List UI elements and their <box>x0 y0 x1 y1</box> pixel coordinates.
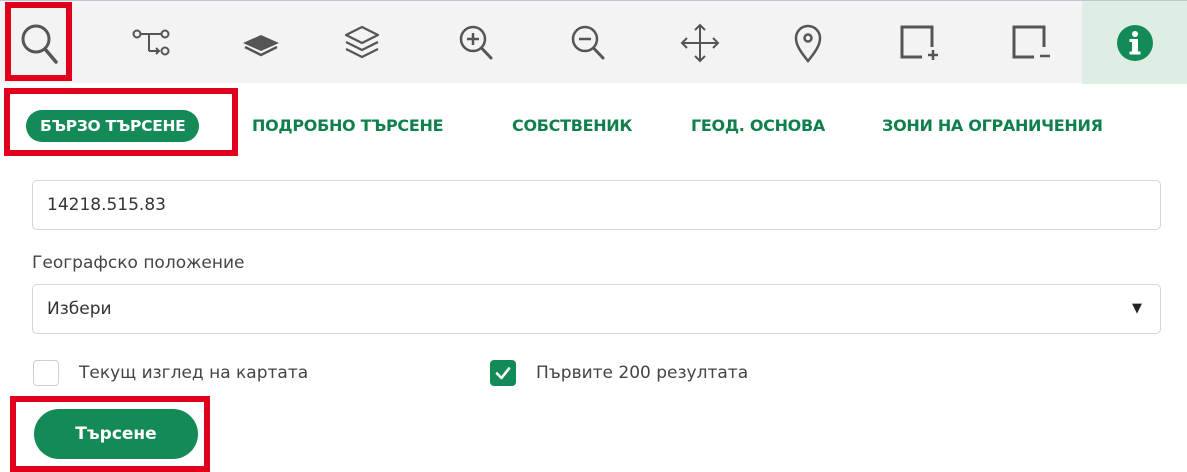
layers-outline-icon <box>344 25 380 59</box>
select-remove-button[interactable] <box>998 11 1062 75</box>
current-view-label: Текущ изглед на картата <box>79 363 309 383</box>
first-200-option[interactable]: Първите 200 резултата <box>490 358 748 388</box>
pan-button[interactable] <box>668 11 732 75</box>
zoom-in-button[interactable] <box>444 11 508 75</box>
tab-detailed-search[interactable]: ПОДРОБНО ТЪРСЕНЕ <box>252 110 444 142</box>
zoom-out-icon <box>571 25 605 60</box>
tab-owner[interactable]: СОБСТВЕНИК <box>512 110 632 142</box>
tab-quick-search[interactable]: БЪРЗО ТЪРСЕНЕ <box>26 110 200 142</box>
layer-filled-icon <box>243 35 279 57</box>
select-add-icon <box>900 25 938 60</box>
location-pin-icon <box>794 24 822 64</box>
location-label: Географско положение <box>32 253 245 273</box>
search-tabs: БЪРЗО ТЪРСЕНЕ ПОДРОБНО ТЪРСЕНЕ СОБСТВЕНИ… <box>0 92 1187 162</box>
select-remove-icon <box>1012 25 1050 59</box>
info-icon <box>1116 24 1153 61</box>
pan-move-icon <box>680 23 720 63</box>
route-tool-button[interactable] <box>117 11 181 75</box>
tab-geodetic-base[interactable]: ГЕОД. ОСНОВА <box>691 110 825 142</box>
search-input[interactable]: 14218.515.83 <box>32 180 1161 230</box>
first-200-label: Първите 200 резултата <box>536 363 749 383</box>
layers-tool-button[interactable] <box>330 11 394 75</box>
search-button[interactable]: Търсене <box>34 409 198 459</box>
layer-tool-button[interactable] <box>229 11 293 75</box>
current-view-option[interactable]: Текущ изглед на картата <box>33 358 308 388</box>
zoom-in-icon <box>459 25 493 60</box>
location-select-value: Избери <box>47 299 112 319</box>
map-toolbar <box>0 0 1187 84</box>
route-icon <box>132 29 170 56</box>
search-icon <box>21 24 58 64</box>
location-select[interactable]: Избери ▼ <box>32 284 1161 334</box>
info-tool-button[interactable] <box>1082 1 1187 84</box>
zoom-out-button[interactable] <box>556 11 620 75</box>
current-view-checkbox[interactable] <box>33 360 59 386</box>
dropdown-arrow-icon: ▼ <box>1132 301 1142 316</box>
select-add-button[interactable] <box>886 11 950 75</box>
search-tool-button[interactable] <box>8 11 72 75</box>
location-button[interactable] <box>776 11 840 75</box>
tab-restriction-zones[interactable]: ЗОНИ НА ОГРАНИЧЕНИЯ <box>882 110 1103 142</box>
checkmark-icon <box>495 367 511 380</box>
first-200-checkbox[interactable] <box>490 360 516 386</box>
